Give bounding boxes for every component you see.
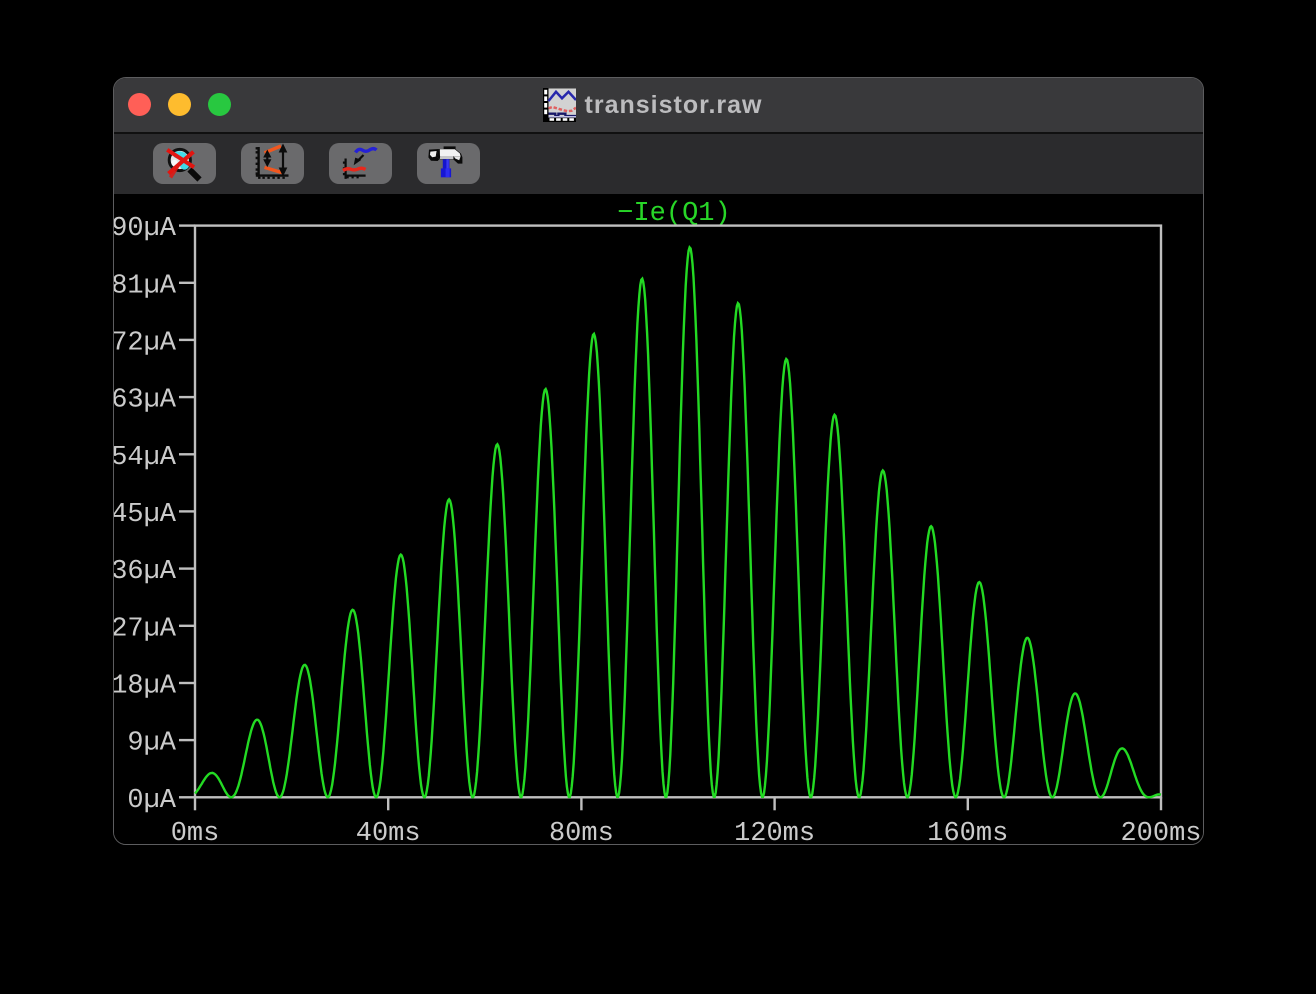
svg-text:200ms: 200ms — [1120, 819, 1201, 844]
svg-text:0µA: 0µA — [127, 786, 176, 816]
svg-text:9µA: 9µA — [127, 729, 176, 759]
svg-text:27µA: 27µA — [114, 614, 177, 644]
svg-text:90µA: 90µA — [114, 214, 177, 244]
svg-text:81µA: 81µA — [114, 271, 177, 301]
svg-text:80ms: 80ms — [549, 819, 614, 844]
svg-text:160ms: 160ms — [927, 819, 1008, 844]
svg-text:40ms: 40ms — [356, 819, 421, 844]
svg-text:72µA: 72µA — [114, 328, 177, 358]
svg-text:120ms: 120ms — [734, 819, 815, 844]
svg-text:18µA: 18µA — [114, 672, 177, 702]
svg-text:54µA: 54µA — [114, 443, 177, 473]
svg-text:45µA: 45µA — [114, 500, 177, 530]
svg-text:63µA: 63µA — [114, 386, 177, 416]
svg-text:0ms: 0ms — [171, 819, 220, 844]
svg-text:36µA: 36µA — [114, 557, 177, 587]
